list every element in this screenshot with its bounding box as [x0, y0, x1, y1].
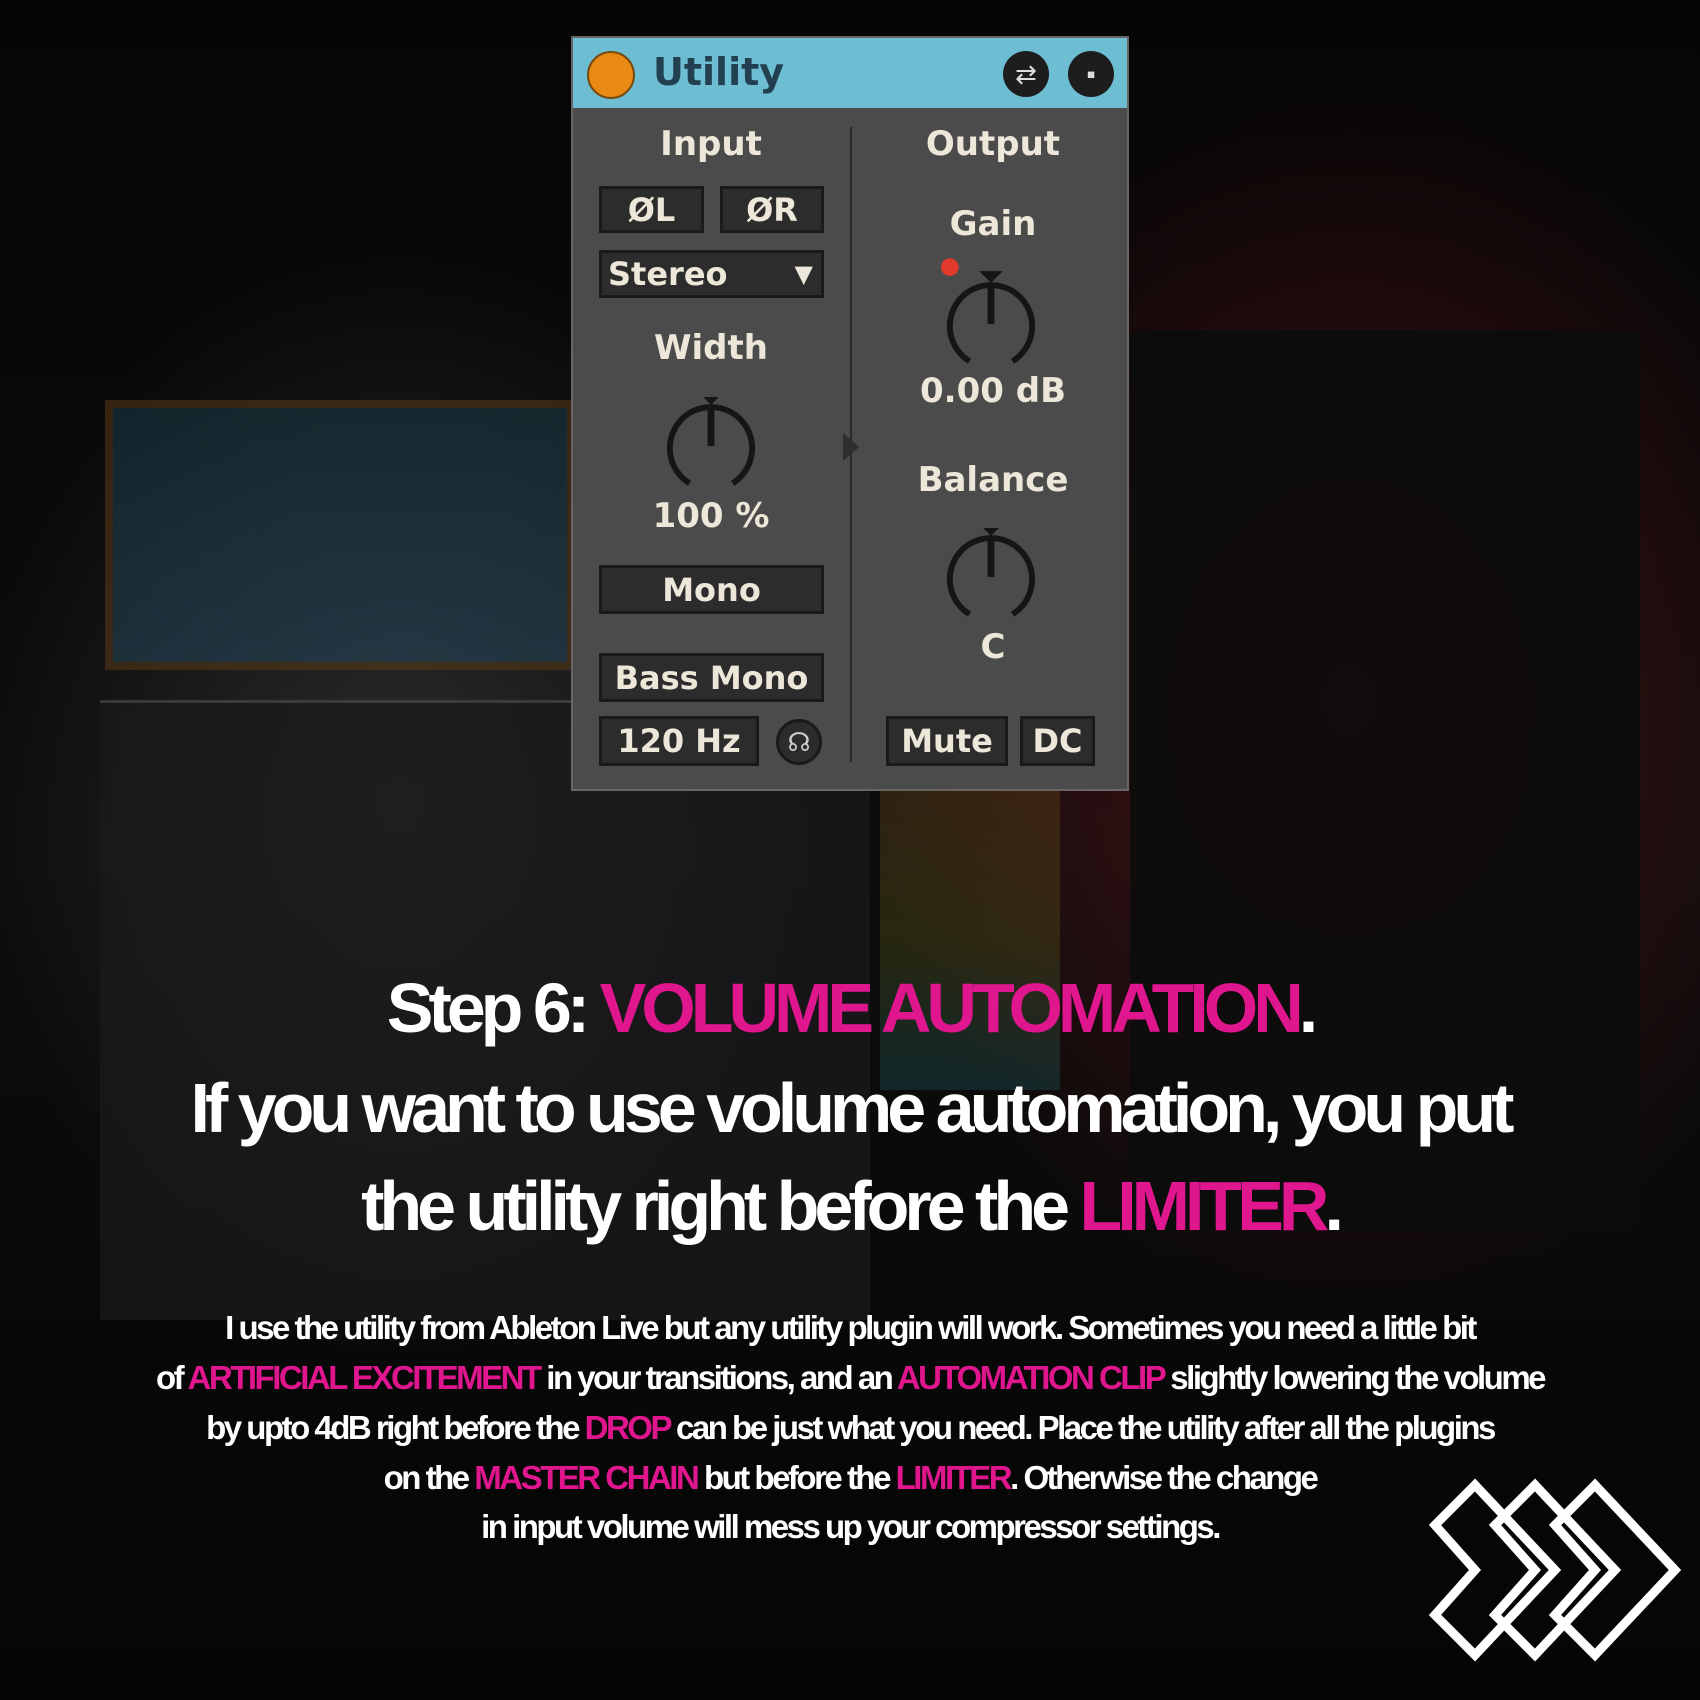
body-text: by upto 4dB right before the: [206, 1409, 585, 1446]
heading-text: the utility right before the: [361, 1167, 1080, 1245]
width-knob[interactable]: [662, 397, 760, 495]
body-highlight: MASTER CHAIN: [474, 1459, 700, 1496]
body-text: on the: [383, 1459, 475, 1496]
save-preset-icon[interactable]: ▪: [1068, 51, 1114, 97]
channel-mode-value: Stereo: [608, 255, 728, 293]
heading-text: Step 6:: [386, 969, 600, 1047]
utility-header: Utility ⇄ ▪: [573, 38, 1127, 108]
phase-left-button[interactable]: ØL: [599, 186, 704, 233]
device-title: Utility: [653, 50, 785, 94]
body-text: I use the utility from Ableton Live but …: [225, 1309, 1477, 1346]
body-line-3: by upto 4dB right before the DROP can be…: [0, 1403, 1700, 1453]
balance-knob[interactable]: [942, 528, 1040, 626]
headphones-audition-icon[interactable]: ☊: [776, 719, 822, 765]
heading-line-2: If you want to use volume automation, yo…: [0, 1060, 1700, 1156]
body-text: of: [155, 1359, 188, 1396]
gain-knob[interactable]: [941, 258, 1040, 373]
body-highlight: LIMITER: [895, 1459, 1013, 1496]
gain-value: 0.00 dB: [920, 371, 1066, 411]
phase-right-button[interactable]: ØR: [720, 186, 824, 233]
channel-mode-dropdown[interactable]: Stereo ▼: [599, 250, 824, 298]
step-heading: Step 6: VOLUME AUTOMATION.: [0, 960, 1700, 1056]
gain-label: Gain: [949, 204, 1037, 244]
input-label: Input: [660, 124, 762, 164]
heading-highlight: LIMITER: [1079, 1167, 1329, 1245]
utility-device: Utility ⇄ ▪ Input ØL ØR Stereo ▼ Width 10…: [571, 36, 1129, 791]
body-text: in your transitions, and an: [539, 1359, 897, 1396]
body-text: . Otherwise the change: [1010, 1459, 1319, 1496]
heading-text: .: [1298, 969, 1319, 1047]
body-highlight: DROP: [584, 1409, 672, 1446]
chevron-down-icon: ▼: [794, 260, 813, 288]
heading-highlight: VOLUME AUTOMATION: [599, 969, 1304, 1047]
mute-button[interactable]: Mute: [886, 716, 1008, 766]
heading-text: If you want to use volume automation, yo…: [190, 1069, 1515, 1147]
balance-label: Balance: [917, 460, 1069, 500]
triple-chevron-right-icon[interactable]: [1425, 1460, 1685, 1680]
body-highlight: AUTOMATION CLIP: [896, 1359, 1166, 1396]
mono-button[interactable]: Mono: [599, 565, 824, 614]
output-label: Output: [925, 124, 1061, 164]
body-line-1: I use the utility from Ableton Live but …: [0, 1303, 1700, 1353]
balance-value: C: [980, 627, 1006, 667]
bass-mono-button[interactable]: Bass Mono: [599, 653, 824, 702]
device-power-button[interactable]: [587, 51, 635, 99]
body-highlight: ARTIFICIAL EXCITEMENT: [187, 1359, 543, 1396]
signal-flow-arrow-icon: [843, 433, 859, 461]
body-text: slightly lowering the volume: [1163, 1359, 1546, 1396]
width-label: Width: [654, 328, 768, 368]
body-text: can be just what you need. Place the uti…: [669, 1409, 1496, 1446]
background-tube-eq-plugin: [105, 400, 575, 670]
body-text: but before the: [697, 1459, 896, 1496]
body-line-2: of ARTIFICIAL EXCITEMENT in your transit…: [0, 1353, 1700, 1403]
bass-mono-frequency-field[interactable]: 120 Hz: [599, 716, 759, 766]
hot-swap-icon[interactable]: ⇄: [1003, 51, 1049, 97]
heading-text: .: [1324, 1167, 1344, 1245]
dc-button[interactable]: DC: [1020, 716, 1095, 766]
heading-line-3: the utility right before the LIMITER.: [0, 1158, 1700, 1254]
body-text: in input volume will mess up your compre…: [481, 1508, 1221, 1545]
width-value: 100 %: [652, 496, 770, 536]
